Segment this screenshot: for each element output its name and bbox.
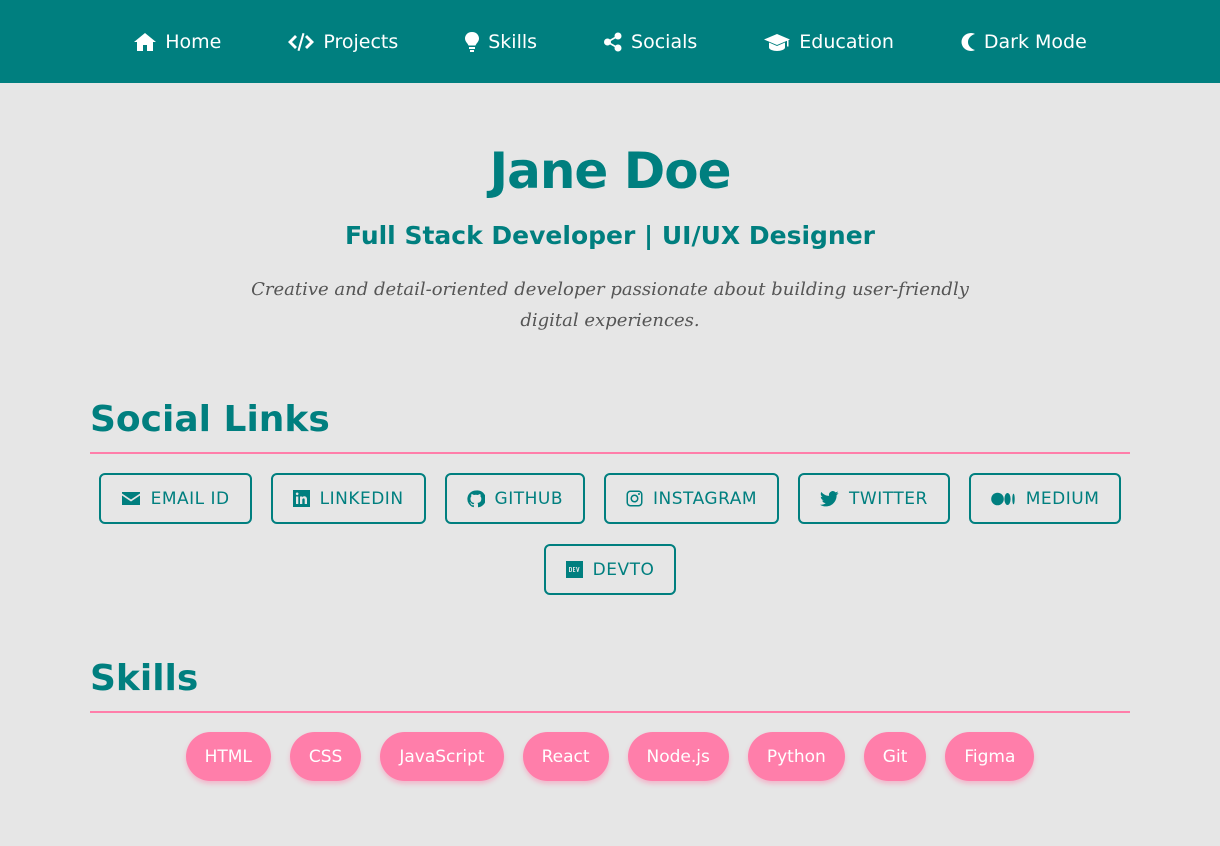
twitter-label: TWITTER — [849, 488, 928, 509]
skill-tag: Git — [863, 732, 927, 781]
medium-icon — [990, 492, 1015, 505]
page-title: Jane Doe — [489, 142, 731, 200]
nav-socials[interactable]: Socials — [603, 31, 697, 53]
nav-label: Dark Mode — [983, 30, 1087, 53]
skill-tag: JavaScript — [380, 732, 504, 781]
devto-icon — [565, 561, 583, 578]
skills-list: HTML CSS JavaScript React Node.js Python… — [90, 713, 1130, 781]
instagram-icon — [626, 490, 643, 507]
nav-dark-mode[interactable]: Dark Mode — [960, 31, 1087, 53]
github-label: GITHUB — [494, 488, 564, 509]
linkedin-icon — [292, 490, 310, 507]
skills-section: Skills HTML CSS JavaScript React Node.js… — [90, 657, 1130, 781]
nav-label: Skills — [488, 30, 538, 53]
hero: Jane Doe Full Stack Developer | UI/UX De… — [0, 140, 1220, 336]
nav-projects[interactable]: Projects — [287, 31, 398, 53]
github-icon — [466, 489, 485, 507]
social-links-grid: EMAIL ID LINKEDIN GITHUB INSTAGRAM TWITT… — [90, 454, 1130, 595]
moon-icon — [960, 31, 976, 53]
nav-label: Socials — [631, 30, 698, 53]
tagline: Full Stack Developer | UI/UX Designer — [344, 221, 876, 250]
medium-button[interactable]: MEDIUM — [968, 473, 1122, 524]
top-nav: Home Projects Skills Socials Education D… — [0, 0, 1220, 83]
skill-tag: React — [522, 732, 609, 781]
code-icon — [287, 31, 315, 53]
email-button[interactable]: EMAIL ID — [98, 473, 252, 524]
nav-label: Education — [799, 30, 894, 53]
twitter-icon — [820, 490, 839, 506]
twitter-button[interactable]: TWITTER — [798, 473, 950, 524]
nav-home[interactable]: Home — [133, 31, 221, 53]
linkedin-label: LINKEDIN — [319, 488, 404, 509]
skill-tag: HTML — [185, 732, 271, 781]
section-title-skills: Skills — [90, 657, 1130, 713]
nav-education[interactable]: Education — [763, 31, 894, 53]
nav-label: Projects — [323, 30, 399, 53]
devto-button[interactable]: DEVTO — [543, 544, 677, 595]
social-links-section: Social Links EMAIL ID LINKEDIN GITHUB IN… — [90, 398, 1130, 595]
instagram-button[interactable]: INSTAGRAM — [604, 473, 780, 524]
graduation-cap-icon — [763, 31, 791, 53]
section-title-social: Social Links — [90, 398, 1130, 454]
github-button[interactable]: GITHUB — [444, 473, 586, 524]
share-icon — [603, 31, 623, 53]
nav-skills[interactable]: Skills — [464, 31, 537, 53]
linkedin-button[interactable]: LINKEDIN — [270, 473, 426, 524]
email-label: EMAIL ID — [150, 488, 230, 509]
skill-tag: Figma — [945, 732, 1035, 781]
medium-label: MEDIUM — [1025, 488, 1100, 509]
skill-tag: Python — [747, 732, 845, 781]
instagram-label: INSTAGRAM — [653, 488, 758, 509]
devto-label: DEVTO — [592, 559, 655, 580]
skill-tag: CSS — [289, 732, 362, 781]
lightbulb-icon — [464, 31, 480, 53]
home-icon — [133, 31, 157, 53]
envelope-icon — [121, 492, 140, 505]
bio-description: Creative and detail-oriented developer p… — [251, 279, 969, 331]
skill-tag: Node.js — [627, 732, 729, 781]
nav-label: Home — [165, 30, 222, 53]
